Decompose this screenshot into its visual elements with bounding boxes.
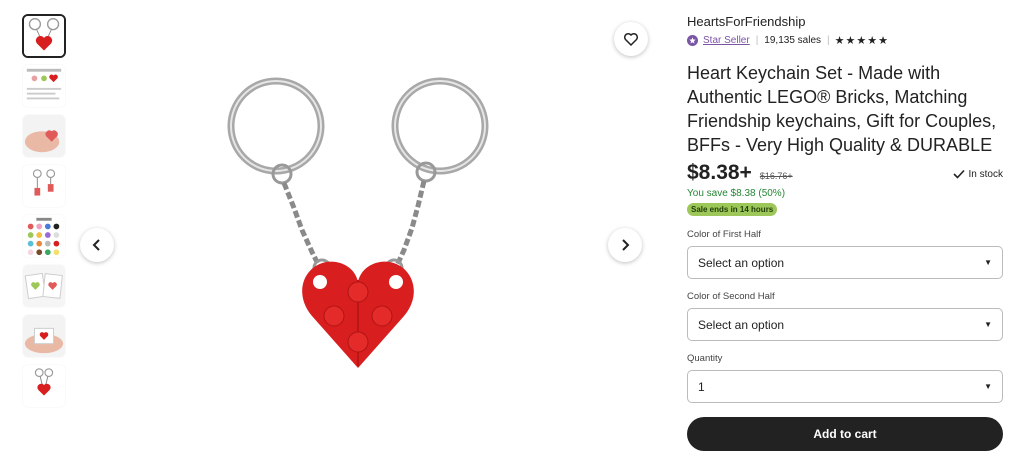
previous-image-button[interactable] <box>80 228 114 262</box>
add-to-cart-button[interactable]: Add to cart <box>687 417 1003 451</box>
thumbnail-1[interactable] <box>22 14 66 58</box>
thumbnail-3[interactable] <box>22 114 66 158</box>
keychain-heart-thumb-icon <box>24 16 64 56</box>
first-color-select[interactable]: Select an option ▼ <box>687 246 1003 279</box>
keychain-small-thumb-icon <box>23 365 65 407</box>
main-product-image <box>76 0 650 468</box>
second-color-select[interactable]: Select an option ▼ <box>687 308 1003 341</box>
chevron-left-icon <box>92 239 100 251</box>
shop-name-link[interactable]: HeartsForFriendship <box>687 14 1003 29</box>
quantity-value: 1 <box>698 379 705 394</box>
hand-heart-thumb-icon <box>23 115 65 157</box>
first-color-label: Color of First Half <box>687 229 761 240</box>
quantity-select[interactable]: 1 ▼ <box>687 370 1003 403</box>
rating-stars[interactable]: ★★★★★ <box>835 34 889 47</box>
thumbnail-strip <box>22 14 68 414</box>
caret-down-icon: ▼ <box>984 382 992 391</box>
second-color-value: Select an option <box>698 317 785 332</box>
next-image-button[interactable] <box>608 228 642 262</box>
quantity-label: Quantity <box>687 353 723 364</box>
gift-card-thumb-icon <box>23 265 65 307</box>
product-details-panel: HeartsForFriendship Star Seller | 19,135… <box>687 14 1003 451</box>
divider: | <box>827 35 830 46</box>
heart-icon <box>623 32 639 47</box>
seller-info: Star Seller | 19,135 sales | ★★★★★ <box>687 34 1003 47</box>
hand-box-thumb-icon <box>23 315 65 357</box>
stock-status: In stock <box>952 168 1003 180</box>
keychain-pair-thumb-icon <box>23 165 65 207</box>
thumbnail-2[interactable] <box>22 64 66 108</box>
favorite-button[interactable] <box>614 22 648 56</box>
checkmark-icon <box>952 169 965 179</box>
first-color-value: Select an option <box>698 255 785 270</box>
heart-keychain-image <box>76 0 650 468</box>
savings-text: You save $8.38 (50%) <box>687 188 786 199</box>
sales-count: 19,135 sales <box>764 35 822 46</box>
divider: | <box>755 35 759 46</box>
caret-down-icon: ▼ <box>984 258 992 267</box>
product-title: Heart Keychain Set - Made with Authentic… <box>687 63 997 155</box>
original-price: $16.76+ <box>759 171 793 181</box>
star-seller-icon <box>687 35 698 46</box>
stock-label: In stock <box>968 168 1003 180</box>
color-chart-thumb-icon <box>23 215 65 257</box>
thumbnail-6[interactable] <box>22 264 66 308</box>
thumbnail-5[interactable] <box>22 214 66 258</box>
thumbnail-8[interactable] <box>22 364 66 408</box>
thumbnail-7[interactable] <box>22 314 66 358</box>
second-color-label: Color of Second Half <box>687 291 775 302</box>
caret-down-icon: ▼ <box>984 320 992 329</box>
price-row: $8.38+ $16.76+ In stock <box>687 161 1003 185</box>
current-price: $8.38+ <box>687 161 752 184</box>
thumbnail-4[interactable] <box>22 164 66 208</box>
star-seller-link[interactable]: Star Seller <box>703 35 750 46</box>
sale-badge: Sale ends in 14 hours <box>687 203 778 216</box>
info-card-thumb-icon <box>23 65 65 107</box>
chevron-right-icon <box>622 239 630 251</box>
